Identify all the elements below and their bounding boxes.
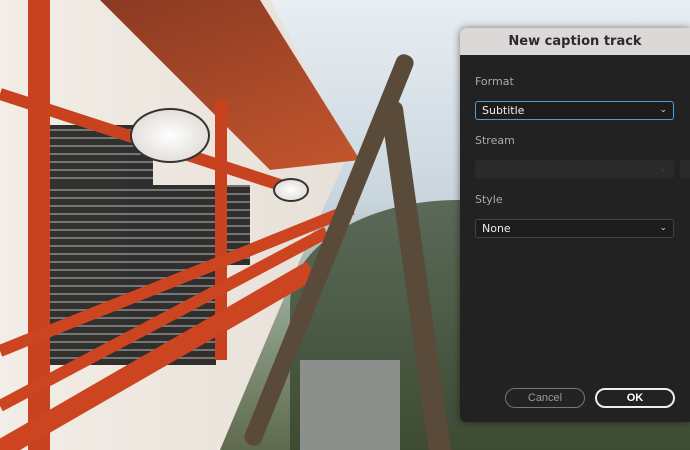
style-label: Style	[475, 193, 503, 206]
chevron-down-icon: ⌄	[659, 164, 667, 174]
lantern	[273, 178, 309, 202]
stream-extra-dropdown[interactable]	[680, 160, 690, 179]
ok-button[interactable]: OK	[595, 388, 675, 408]
format-value: Subtitle	[482, 104, 525, 117]
chevron-down-icon: ⌄	[659, 223, 667, 233]
style-value: None	[482, 222, 511, 235]
chevron-down-icon: ⌄	[659, 105, 667, 115]
stone-path	[300, 360, 400, 450]
format-select[interactable]: Subtitle ⌄	[475, 101, 674, 120]
cancel-button[interactable]: Cancel	[505, 388, 585, 408]
lantern	[130, 108, 210, 163]
stream-select[interactable]: ⌄	[475, 160, 674, 179]
style-select[interactable]: None ⌄	[475, 219, 674, 238]
stream-label: Stream	[475, 134, 515, 147]
format-label: Format	[475, 75, 514, 88]
dialog-title: New caption track	[460, 28, 690, 55]
new-caption-track-dialog: New caption track Format Subtitle ⌄ Stre…	[460, 28, 690, 422]
